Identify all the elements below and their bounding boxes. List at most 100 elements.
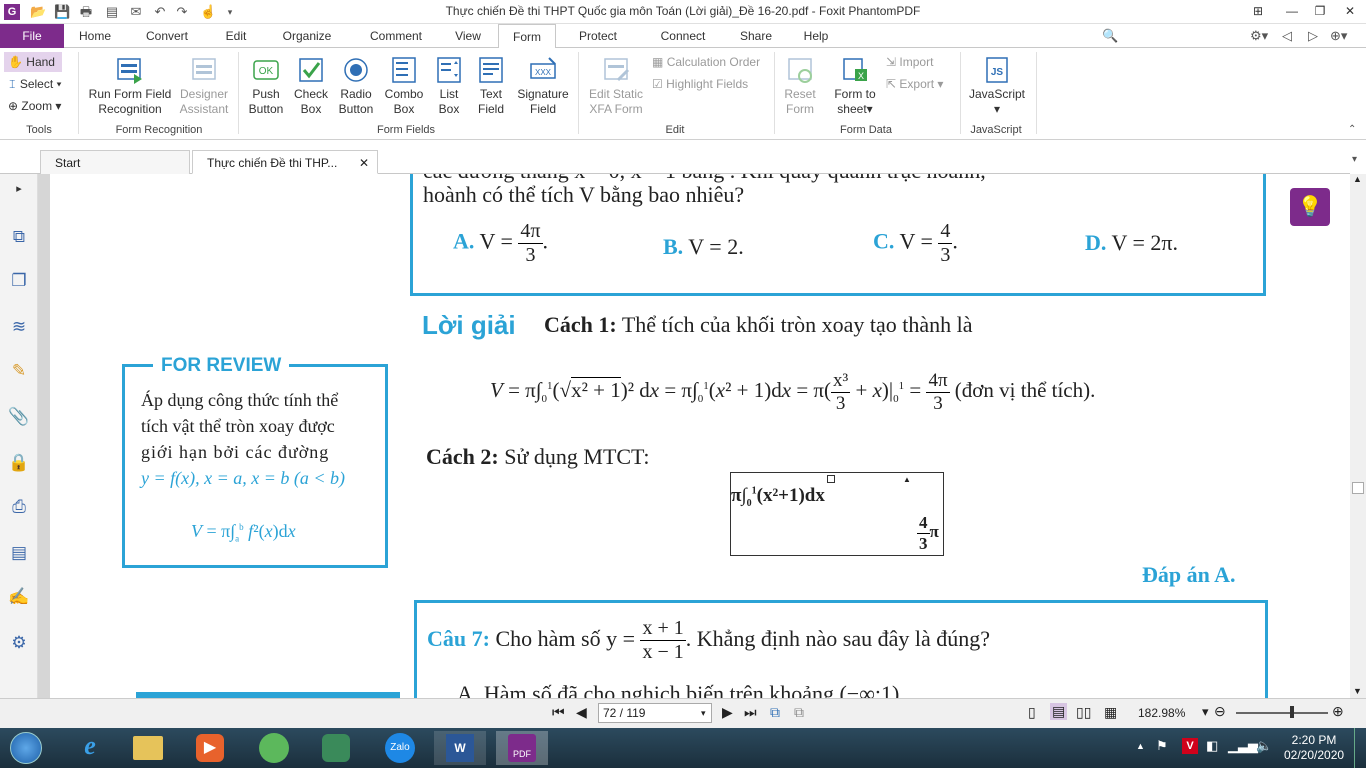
previous-result-icon[interactable]: ◁	[1282, 28, 1292, 44]
signal-icon[interactable]: ▁▃▅	[1228, 738, 1258, 754]
internet-explorer-icon[interactable]: e	[64, 731, 116, 765]
for-review-title: FOR REVIEW	[153, 355, 290, 377]
previous-view-icon[interactable]: ⧉	[770, 704, 780, 721]
hand-tool[interactable]: ✋ Hand	[4, 52, 62, 72]
previous-page-icon[interactable]: ◀	[576, 704, 587, 721]
check-box-tool[interactable]: Check Box	[290, 56, 332, 117]
network-flag-icon[interactable]: ⚑	[1156, 738, 1168, 754]
zoom-in-icon[interactable]: ⊕	[1332, 703, 1344, 720]
checkbox-icon: ☑	[652, 77, 663, 91]
continuous-page-icon[interactable]: ▤	[1050, 703, 1068, 720]
zoom-slider[interactable]	[1236, 712, 1328, 714]
vertical-scrollbar[interactable]: ▲ ▼	[1350, 174, 1366, 698]
start-button[interactable]	[6, 731, 46, 765]
signature-panel-icon[interactable]: ✍	[8, 586, 30, 608]
continuous-facing-icon[interactable]: ▦	[1104, 704, 1117, 721]
ribbon-tabs: File Home Convert Edit Organize Comment …	[0, 24, 1366, 70]
security-lock-icon[interactable]: 🔒	[8, 452, 30, 474]
push-button-icon: OK	[253, 60, 279, 80]
search-options-icon[interactable]: ⊕▾	[1330, 28, 1347, 44]
next-view-icon[interactable]: ⧉	[794, 704, 804, 721]
clock[interactable]: 2:20 PM 02/20/2020	[1284, 733, 1344, 763]
lightbulb-tips-icon[interactable]: 💡	[1290, 188, 1330, 226]
single-page-icon[interactable]: ▯	[1028, 704, 1036, 721]
tab-help[interactable]: Help	[794, 24, 838, 48]
highlight-fields-checkbox: ☑ Highlight Fields	[652, 77, 749, 91]
volume-icon[interactable]: ◧	[1206, 738, 1218, 754]
tab-connect[interactable]: Connect	[648, 24, 718, 48]
show-hidden-icons[interactable]: ▲	[1136, 741, 1145, 751]
collapse-ribbon-icon[interactable]: ⌃	[1348, 124, 1356, 135]
minimize-icon[interactable]: —	[1282, 2, 1302, 20]
vietkey-icon[interactable]: V	[1182, 738, 1198, 754]
javascript-button[interactable]: JS JavaScript ▾	[966, 56, 1028, 117]
close-tab-icon[interactable]: ✕	[359, 151, 369, 175]
tab-view[interactable]: View	[446, 24, 490, 48]
facing-page-icon[interactable]: ▯▯	[1076, 704, 1091, 721]
layers-icon[interactable]: ≋	[8, 316, 30, 338]
doc-tab-start[interactable]: Start	[40, 150, 190, 174]
expand-panel-icon[interactable]: ▸	[8, 178, 30, 200]
certificate-icon[interactable]: ⚙	[8, 632, 30, 654]
combo-box-tool[interactable]: Combo Box	[382, 56, 426, 117]
tab-share[interactable]: Share	[730, 24, 782, 48]
zalo-icon[interactable]: Zalo	[374, 731, 426, 765]
tab-home[interactable]: Home	[70, 24, 120, 48]
layout-grid-icon[interactable]: ⊞	[1248, 2, 1268, 20]
tab-list-icon[interactable]: ▾	[1352, 154, 1357, 165]
first-page-icon[interactable]: ⏮	[552, 704, 565, 721]
next-result-icon[interactable]: ▷	[1308, 28, 1318, 44]
tab-edit[interactable]: Edit	[214, 24, 258, 48]
attachments-icon[interactable]: 📎	[8, 406, 30, 428]
doc-tab-current[interactable]: Thực chiến Đề thi THP... ✕	[192, 150, 378, 174]
speaker-icon[interactable]: 🔈	[1256, 738, 1272, 754]
list-box-tool[interactable]: List Box	[430, 56, 468, 117]
run-form-field-recognition-button[interactable]: Run Form Field Recognition	[86, 56, 174, 117]
svg-text:X: X	[858, 71, 864, 81]
scroll-down-icon[interactable]: ▼	[1353, 686, 1362, 696]
page-dropdown-icon[interactable]: ▾	[701, 704, 706, 722]
close-window-icon[interactable]: ✕	[1340, 2, 1360, 20]
zoom-tool[interactable]: ⊕ Zoom ▾	[8, 96, 61, 116]
tab-comment[interactable]: Comment	[358, 24, 434, 48]
scroll-up-icon[interactable]: ▲	[1353, 174, 1362, 184]
calculator-expression: π∫01(x²+1)dx	[731, 485, 825, 509]
fields-icon[interactable]: ▤	[8, 542, 30, 564]
tab-file[interactable]: File	[0, 24, 64, 48]
group-separator	[1036, 52, 1037, 134]
signature-field-tool[interactable]: XXX Signature Field	[514, 56, 572, 117]
show-desktop-button[interactable]	[1354, 728, 1366, 768]
edit-static-xfa-form-button: Edit Static XFA Form	[584, 56, 648, 117]
page-number-field[interactable]: 72 / 119 ▾	[598, 703, 712, 723]
zoom-slider-thumb[interactable]	[1290, 706, 1294, 718]
settings-gear-icon[interactable]: ⚙▾	[1250, 28, 1268, 44]
zoom-dropdown-icon[interactable]: ▾	[1202, 704, 1209, 720]
tab-protect[interactable]: Protect	[568, 24, 628, 48]
radio-button-tool[interactable]: Radio Button	[334, 56, 378, 117]
app-shield-icon[interactable]	[310, 731, 362, 765]
scroll-thumb[interactable]	[1352, 482, 1364, 494]
select-tool[interactable]: 𝙸 Select ▾	[8, 74, 62, 94]
find-icon[interactable]: 🔍	[1102, 28, 1120, 44]
form-to-sheet-button[interactable]: X Form to sheet▾	[830, 56, 880, 117]
foxit-pdf-icon[interactable]: PDF	[496, 731, 548, 765]
coccoc-browser-icon[interactable]	[248, 731, 300, 765]
pages-icon[interactable]: ❐	[8, 270, 30, 292]
document-info-icon[interactable]: ⎙	[8, 496, 30, 518]
last-page-icon[interactable]: ⏭	[744, 704, 757, 721]
push-button-tool[interactable]: OK Push Button	[244, 56, 288, 117]
zoom-out-icon[interactable]: ⊖	[1214, 703, 1226, 720]
word-icon[interactable]: W	[434, 731, 486, 765]
comments-icon[interactable]: ✎	[8, 360, 30, 382]
tab-form[interactable]: Form	[498, 24, 556, 49]
bookmarks-icon[interactable]: ⧉	[8, 226, 30, 248]
file-explorer-icon[interactable]	[122, 731, 174, 765]
tab-convert[interactable]: Convert	[134, 24, 200, 48]
restore-icon[interactable]: ❐	[1310, 2, 1330, 20]
title-bar: G 📂 💾 🖶 ▤ ✉ ↶ ↷ ☝ ▾ Thực chiến Đề thi TH…	[0, 0, 1366, 24]
text-field-tool[interactable]: Text Field	[472, 56, 510, 117]
check-box-icon	[299, 58, 323, 82]
media-player-icon[interactable]: ▶	[184, 731, 236, 765]
tab-organize[interactable]: Organize	[272, 24, 342, 48]
next-page-icon[interactable]: ▶	[722, 704, 733, 721]
